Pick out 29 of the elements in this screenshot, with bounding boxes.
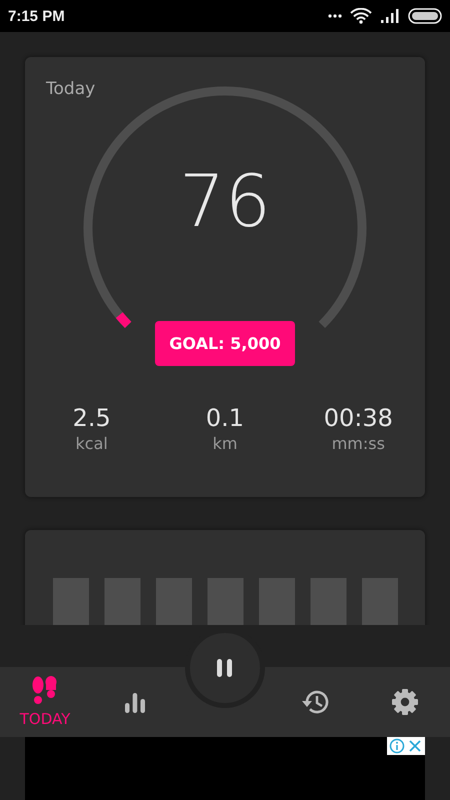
footprints-icon xyxy=(31,676,59,706)
dots-icon xyxy=(328,14,342,18)
info-icon[interactable] xyxy=(389,738,405,754)
stat-value: 2.5 xyxy=(72,404,111,432)
wifi-icon xyxy=(350,8,372,24)
stat-value: 00:38 xyxy=(324,404,393,432)
chart-bar xyxy=(310,578,346,625)
close-icon[interactable] xyxy=(407,738,423,754)
goal-button[interactable]: GOAL: 5,000 xyxy=(155,321,295,366)
nav-tab[interactable]: TODAY xyxy=(14,673,76,731)
chart-bar xyxy=(104,578,140,625)
chart-bar xyxy=(362,578,398,625)
stat-unit: km xyxy=(212,434,238,453)
stat-unit: kcal xyxy=(76,434,108,453)
chart-bar xyxy=(259,578,295,625)
pause-icon xyxy=(216,659,234,677)
battery-icon xyxy=(408,8,442,24)
step-count: 76 xyxy=(179,158,271,242)
stat-unit: mm:ss xyxy=(332,434,385,453)
signal-icon xyxy=(380,9,400,23)
chart-bar xyxy=(53,578,89,625)
chart-bar xyxy=(208,578,244,625)
status-time: 7:15 PM xyxy=(8,8,65,24)
bar-chart-icon xyxy=(124,691,146,713)
settings-icon xyxy=(391,688,419,716)
history-icon xyxy=(301,689,329,715)
chart-bar xyxy=(156,578,192,625)
today-label: Today xyxy=(46,79,96,99)
stat-value: 0.1 xyxy=(206,404,244,432)
